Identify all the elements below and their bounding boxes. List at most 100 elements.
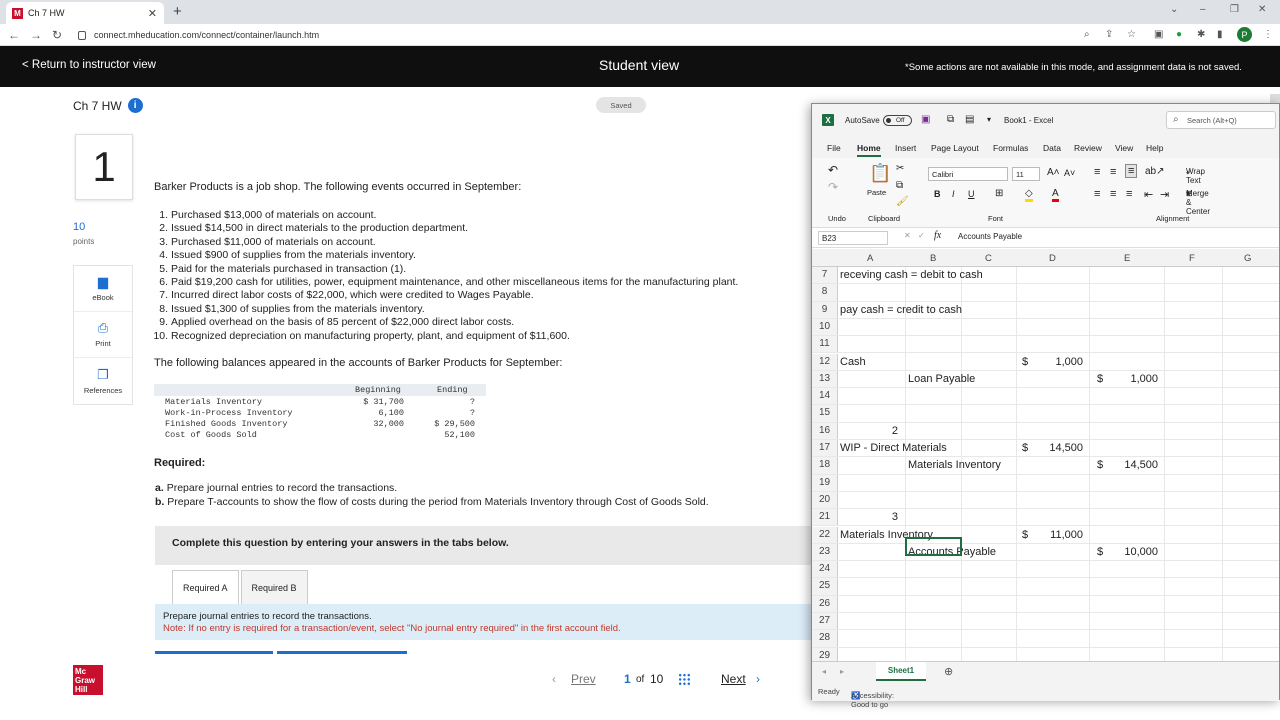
- increase-indent-icon[interactable]: ⇥: [1160, 188, 1169, 201]
- prev-chevron-icon[interactable]: ‹: [552, 672, 556, 686]
- print-button[interactable]: ⎙ Print: [74, 312, 132, 358]
- cell-d[interactable]: 11,000: [1050, 529, 1083, 541]
- insert-function-icon[interactable]: fx: [934, 230, 941, 241]
- row-number[interactable]: 9: [812, 301, 838, 318]
- undo-icon[interactable]: ↶: [828, 163, 838, 177]
- reload-icon[interactable]: ↻: [52, 28, 62, 42]
- name-box[interactable]: B23: [818, 231, 888, 245]
- cell-b[interactable]: 3: [892, 511, 898, 523]
- fill-color-icon[interactable]: ◇: [1025, 188, 1033, 202]
- copy-icon[interactable]: ⧉: [947, 114, 954, 125]
- cell-d[interactable]: 14,500: [1049, 442, 1083, 454]
- menu-insert[interactable]: Insert: [895, 143, 916, 153]
- row-number[interactable]: 25: [812, 578, 838, 595]
- new-tab-button[interactable]: +: [173, 3, 182, 20]
- merge-center-button[interactable]: ⊟ Merge & Center ▾: [1186, 189, 1210, 216]
- cut-icon[interactable]: ✂: [896, 163, 904, 174]
- menu-review[interactable]: Review: [1074, 143, 1102, 153]
- forward-arrow-icon[interactable]: →: [30, 28, 42, 42]
- chevron-down-icon[interactable]: ⌄: [1170, 4, 1178, 15]
- col-header-g[interactable]: G: [1244, 253, 1251, 264]
- row-number[interactable]: 24: [812, 561, 838, 578]
- font-name-select[interactable]: Calibri: [928, 167, 1008, 181]
- menu-file[interactable]: File: [827, 143, 841, 153]
- row-number[interactable]: 21: [812, 509, 838, 526]
- align-right-icon[interactable]: ≡: [1126, 188, 1132, 200]
- align-bottom-icon[interactable]: ≡: [1125, 164, 1138, 178]
- image-icon[interactable]: ▤: [965, 114, 974, 125]
- add-sheet-icon[interactable]: ⊕: [944, 665, 953, 678]
- excel-search-input[interactable]: ⌕ Search (Alt+Q): [1166, 111, 1276, 129]
- side-panel-icon[interactable]: ▮: [1217, 29, 1223, 40]
- row-number[interactable]: 12: [812, 353, 838, 370]
- menu-home[interactable]: Home: [857, 143, 881, 157]
- redo-icon[interactable]: ↷: [828, 180, 838, 194]
- ebook-button[interactable]: ▆ eBook: [74, 266, 132, 312]
- return-to-instructor-link[interactable]: < Return to instructor view: [22, 59, 156, 71]
- borders-icon[interactable]: ⊞: [995, 188, 1003, 199]
- tab-required-a[interactable]: Required A: [172, 570, 239, 606]
- cell-e-currency[interactable]: $: [1097, 373, 1103, 385]
- row-number[interactable]: 19: [812, 474, 838, 491]
- browser-tab[interactable]: M Ch 7 HW ✕: [6, 2, 164, 24]
- sheet-scroll-left-icon[interactable]: ◂: [822, 667, 826, 676]
- share-icon[interactable]: ⇪: [1105, 29, 1113, 40]
- row-number[interactable]: 26: [812, 595, 838, 612]
- row-number[interactable]: 7: [812, 267, 838, 284]
- col-header-a[interactable]: A: [867, 253, 873, 264]
- row-number[interactable]: 16: [812, 422, 838, 439]
- row-number[interactable]: 11: [812, 336, 838, 353]
- cell-d-currency[interactable]: $: [1022, 442, 1028, 454]
- cell-d-currency[interactable]: $: [1022, 356, 1028, 368]
- decrease-indent-icon[interactable]: ⇤: [1144, 188, 1153, 201]
- row-number[interactable]: 20: [812, 491, 838, 509]
- close-tab-icon[interactable]: ✕: [148, 7, 157, 20]
- decrease-font-icon[interactable]: A˅: [1064, 168, 1075, 178]
- sheet-tab-sheet1[interactable]: Sheet1: [876, 662, 926, 681]
- row-number[interactable]: 27: [812, 613, 838, 630]
- more-menu-icon[interactable]: ⋮: [1263, 29, 1273, 40]
- sheet-scroll-right-icon[interactable]: ▸: [840, 667, 844, 676]
- customize-qat-icon[interactable]: ▾: [987, 115, 991, 124]
- align-middle-icon[interactable]: ≡: [1110, 166, 1116, 178]
- menu-view[interactable]: View: [1115, 143, 1133, 153]
- cell-b[interactable]: 2: [892, 425, 898, 437]
- cell-e[interactable]: 14,500: [1124, 459, 1158, 471]
- cell-e-currency[interactable]: $: [1097, 546, 1103, 558]
- zoom-icon[interactable]: ⌕: [1084, 29, 1090, 40]
- font-color-icon[interactable]: A: [1052, 188, 1059, 202]
- orientation-icon[interactable]: ab↗: [1145, 166, 1165, 177]
- cancel-icon[interactable]: ✕: [904, 231, 911, 240]
- copy-format-icon[interactable]: ⧉: [896, 180, 903, 191]
- format-painter-icon[interactable]: 🖌: [896, 196, 909, 207]
- menu-page-layout[interactable]: Page Layout: [931, 143, 979, 153]
- save-icon[interactable]: ▣: [921, 114, 930, 125]
- row-number[interactable]: 8: [812, 284, 838, 301]
- references-button[interactable]: ❐ References: [74, 358, 132, 404]
- row-number[interactable]: 29: [812, 647, 838, 661]
- col-header-e[interactable]: E: [1124, 253, 1130, 264]
- row-number[interactable]: 17: [812, 440, 838, 457]
- cell-a[interactable]: WIP - Direct Materials: [840, 442, 947, 454]
- row-number[interactable]: 13: [812, 370, 838, 388]
- row-number[interactable]: 10: [812, 318, 838, 336]
- extension-icon[interactable]: ▣: [1154, 29, 1163, 40]
- cell-b[interactable]: Loan Payable: [908, 373, 975, 385]
- close-window-button[interactable]: ✕: [1258, 4, 1266, 15]
- align-center-icon[interactable]: ≡: [1110, 188, 1116, 200]
- next-chevron-icon[interactable]: ›: [756, 672, 760, 686]
- row-number[interactable]: 22: [812, 526, 838, 543]
- row-number[interactable]: 23: [812, 543, 838, 561]
- row-number[interactable]: 14: [812, 388, 838, 405]
- col-header-f[interactable]: F: [1189, 253, 1195, 264]
- italic-icon[interactable]: I: [952, 189, 955, 199]
- back-arrow-icon[interactable]: ←: [8, 28, 20, 42]
- cell-b[interactable]: Materials Inventory: [908, 459, 1001, 471]
- cell-d-currency[interactable]: $: [1022, 529, 1028, 541]
- cell-a[interactable]: Cash: [840, 356, 866, 368]
- formula-input[interactable]: Accounts Payable: [958, 232, 1022, 241]
- question-grid-icon[interactable]: [678, 673, 691, 686]
- row-number[interactable]: 28: [812, 630, 838, 647]
- col-header-c[interactable]: C: [985, 253, 992, 264]
- underline-icon[interactable]: U: [968, 189, 975, 199]
